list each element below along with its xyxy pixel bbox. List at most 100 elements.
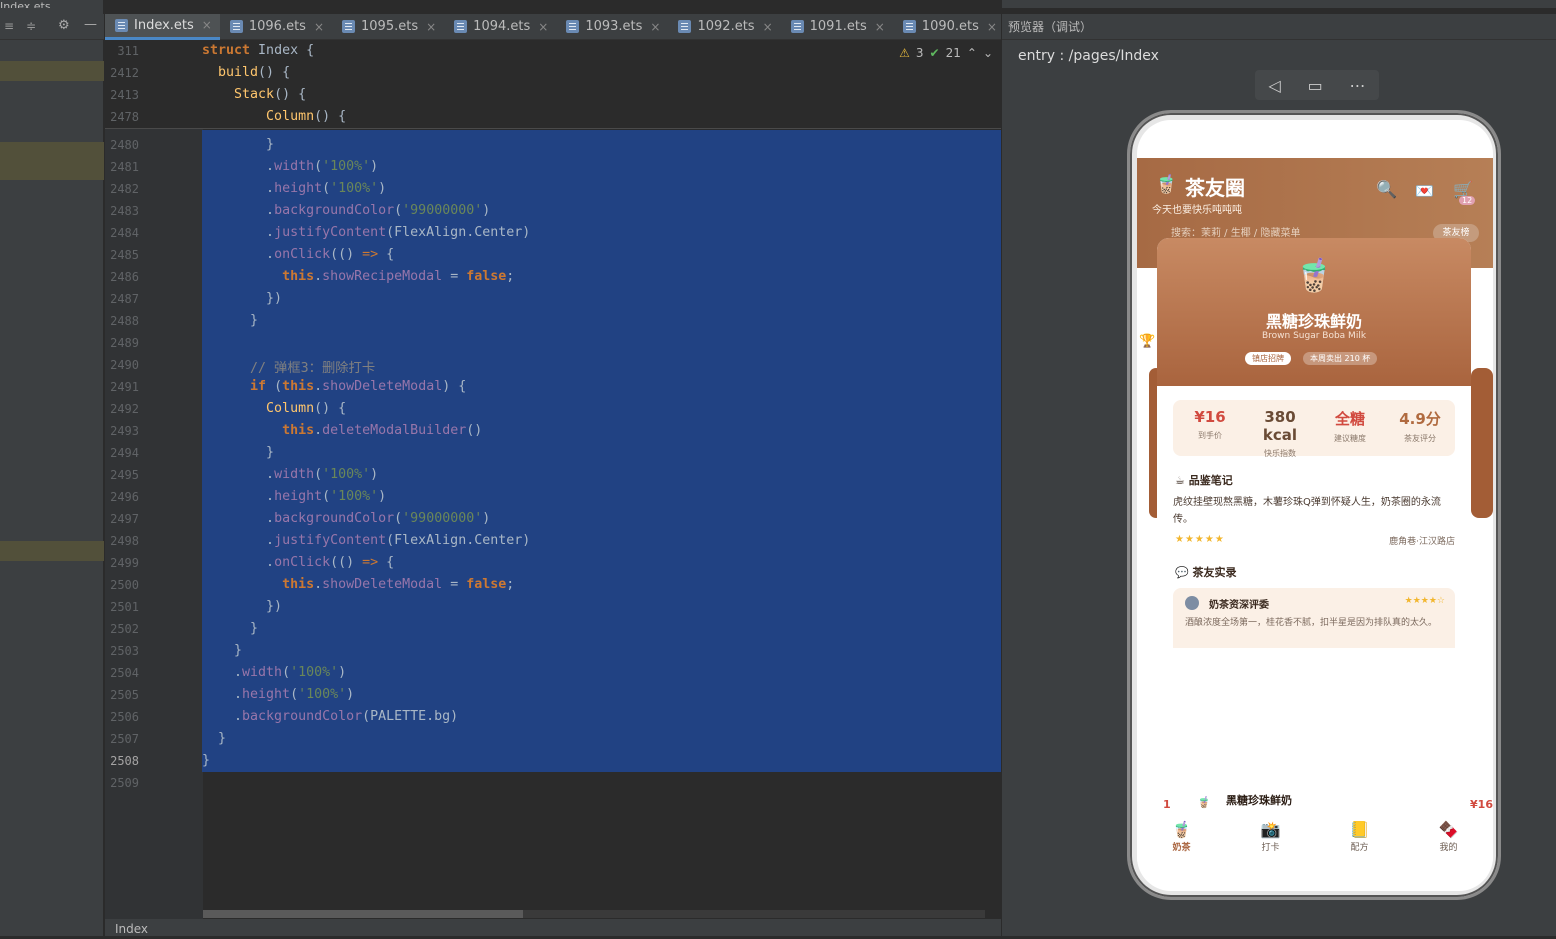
code-line[interactable]: .height('100%') xyxy=(202,489,386,504)
nav-item-0[interactable]: 🧋 奶茶 xyxy=(1152,812,1212,862)
line-number: 2485 xyxy=(110,248,139,262)
chevron-up-icon[interactable]: ⌃ xyxy=(967,46,977,60)
tab-7[interactable]: 1090.ets × xyxy=(893,14,1005,40)
nav-item-3[interactable]: 🍫 我的 xyxy=(1419,812,1479,862)
line-number: 2499 xyxy=(110,556,139,570)
code-line[interactable]: this.deleteModalBuilder() xyxy=(202,423,482,438)
tab-6[interactable]: 1091.ets × xyxy=(781,14,893,40)
stat-label: 快乐指数 xyxy=(1264,449,1296,458)
code-line[interactable]: // 弹框3：删除打卡 xyxy=(202,357,375,376)
code-line[interactable]: .width('100%') xyxy=(202,665,346,680)
line-number: 2484 xyxy=(110,226,139,240)
code-line[interactable]: .width('100%') xyxy=(202,159,378,174)
code-line[interactable]: } xyxy=(202,621,258,636)
tab-4[interactable]: 1093.ets × xyxy=(556,14,668,40)
code-editor[interactable]: 2480 } 2481 .width('100%') 2482 .height('1… xyxy=(105,41,1001,919)
code-line[interactable]: } xyxy=(202,313,258,328)
close-icon[interactable]: × xyxy=(538,20,548,34)
tab-label: 1095.ets xyxy=(361,19,419,34)
close-icon[interactable]: × xyxy=(426,20,436,34)
gear-icon[interactable]: ⚙ xyxy=(58,18,70,33)
sticky-code-line[interactable]: Stack() { xyxy=(202,87,306,102)
app-subtitle: 今天也要快乐吨吨吨 xyxy=(1152,205,1242,216)
chocolate-icon: 🍫 xyxy=(1438,820,1459,839)
more-icon[interactable]: ⋯ xyxy=(1350,76,1366,95)
minimize-icon[interactable]: — xyxy=(84,17,97,32)
scrollbar-thumb[interactable] xyxy=(203,910,523,918)
code-line[interactable]: }) xyxy=(202,291,282,306)
notebook-icon: 📒 xyxy=(1349,820,1370,839)
app-title: 茶友圈 xyxy=(1185,176,1245,200)
line-number: 2503 xyxy=(110,644,139,658)
heart-icon[interactable]: 💌 xyxy=(1415,182,1434,200)
back-icon[interactable]: ◁ xyxy=(1268,76,1280,95)
close-icon[interactable]: × xyxy=(987,20,997,34)
code-line[interactable]: } xyxy=(202,753,210,768)
rotate-icon[interactable]: ▭ xyxy=(1308,76,1323,95)
phone-screen[interactable]: 🧋 茶友圈 今天也要快乐吨吨吨 🔍 💌 🛒 12 搜索：茉莉 / 生椰 / 隐藏… xyxy=(1137,120,1493,891)
code-line[interactable]: this.showDeleteModal = false; xyxy=(202,577,514,592)
editor-tabs: Index.ets × 1096.ets × 1095.ets × 1094.ets × 109… xyxy=(105,8,1085,46)
tab-0[interactable]: Index.ets × xyxy=(105,13,220,40)
code-line[interactable]: if (this.showDeleteModal) { xyxy=(202,379,466,394)
sticky-code-line[interactable]: build() { xyxy=(202,65,290,80)
chevron-down-icon[interactable]: ⌄ xyxy=(983,46,993,60)
notes-text: 虎纹挂壁现熬黑糖，木薯珍珠Q弹到怀疑人生，奶茶圈的永流传。 xyxy=(1173,497,1441,525)
code-line[interactable]: .height('100%') xyxy=(202,181,386,196)
recipe-modal[interactable]: 🧋 黑糖珍珠鲜奶 Brown Sugar Boba Milk 镇店招牌 本周卖出… xyxy=(1157,238,1471,648)
line-number: 2507 xyxy=(110,732,139,746)
sticky-code-line[interactable]: struct Index { xyxy=(202,43,314,58)
warning-count: 3 xyxy=(915,46,924,60)
expand-icon[interactable]: ≑ xyxy=(26,19,36,33)
code-line[interactable]: }) xyxy=(202,599,282,614)
code-line[interactable]: Column() { xyxy=(202,401,346,416)
code-line[interactable]: .justifyContent(FlexAlign.Center) xyxy=(202,533,530,548)
code-line[interactable]: .backgroundColor('99000000') xyxy=(202,203,490,218)
code-line[interactable]: .width('100%') xyxy=(202,467,378,482)
file-icon xyxy=(454,20,468,33)
drink-name: 黑糖珍珠鲜奶 xyxy=(1265,312,1362,331)
drink-icon: 🧋 xyxy=(1294,256,1334,294)
close-icon[interactable]: × xyxy=(650,20,660,34)
horizontal-scrollbar[interactable] xyxy=(203,910,985,918)
code-line[interactable]: .justifyContent(FlexAlign.Center) xyxy=(202,225,530,240)
sticky-code-line[interactable]: Column() { xyxy=(202,109,346,124)
code-line[interactable]: .height('100%') xyxy=(202,687,354,702)
search-icon[interactable]: 🔍 xyxy=(1376,180,1397,200)
tab-1[interactable]: 1096.ets × xyxy=(220,14,332,40)
tab-2[interactable]: 1095.ets × xyxy=(332,14,444,40)
tab-3[interactable]: 1094.ets × xyxy=(444,14,556,40)
project-tree-highlight xyxy=(0,142,104,180)
code-line[interactable]: } xyxy=(202,137,274,152)
breadcrumb[interactable]: Index xyxy=(115,922,148,936)
code-line[interactable]: } xyxy=(202,643,242,658)
close-icon[interactable]: × xyxy=(202,18,212,32)
code-line[interactable]: .onClick(() => { xyxy=(202,555,394,570)
code-line[interactable]: .backgroundColor(PALETTE.bg) xyxy=(202,709,458,724)
file-icon xyxy=(115,18,128,32)
close-icon[interactable]: × xyxy=(875,20,885,34)
stat-value: 380 kcal xyxy=(1262,408,1298,444)
code-line[interactable]: } xyxy=(202,445,274,460)
file-icon xyxy=(566,20,580,33)
code-line[interactable]: } xyxy=(202,731,226,746)
code-line[interactable]: .backgroundColor('99000000') xyxy=(202,511,490,526)
close-icon[interactable]: × xyxy=(763,20,773,34)
tab-5[interactable]: 1092.ets × xyxy=(668,14,780,40)
line-number: 2483 xyxy=(110,204,139,218)
code-line[interactable]: .onClick(() => { xyxy=(202,247,394,262)
code-line[interactable]: this.showRecipeModal = false; xyxy=(202,269,514,284)
milk-tea-logo-icon: 🧋 xyxy=(1155,174,1178,195)
line-number: 2504 xyxy=(110,666,139,680)
line-number: 2508 xyxy=(110,754,139,768)
inspection-widget[interactable]: ⚠ 3 ✔ 21 ⌃ ⌄ xyxy=(899,46,993,60)
nav-item-1[interactable]: 📸 打卡 xyxy=(1241,812,1301,862)
mini-cart-bar[interactable]: 1 🧋 黑糖珍珠鲜奶 ¥16 xyxy=(1137,790,1493,812)
collapse-icon[interactable]: ≡ xyxy=(4,19,14,33)
nav-item-2[interactable]: 📒 配方 xyxy=(1330,812,1390,862)
tab-label: 1094.ets xyxy=(473,19,531,34)
close-icon[interactable]: × xyxy=(314,20,324,34)
tab-label: 1091.ets xyxy=(809,19,867,34)
line-number: 2495 xyxy=(110,468,139,482)
project-tree-highlight xyxy=(0,541,104,561)
